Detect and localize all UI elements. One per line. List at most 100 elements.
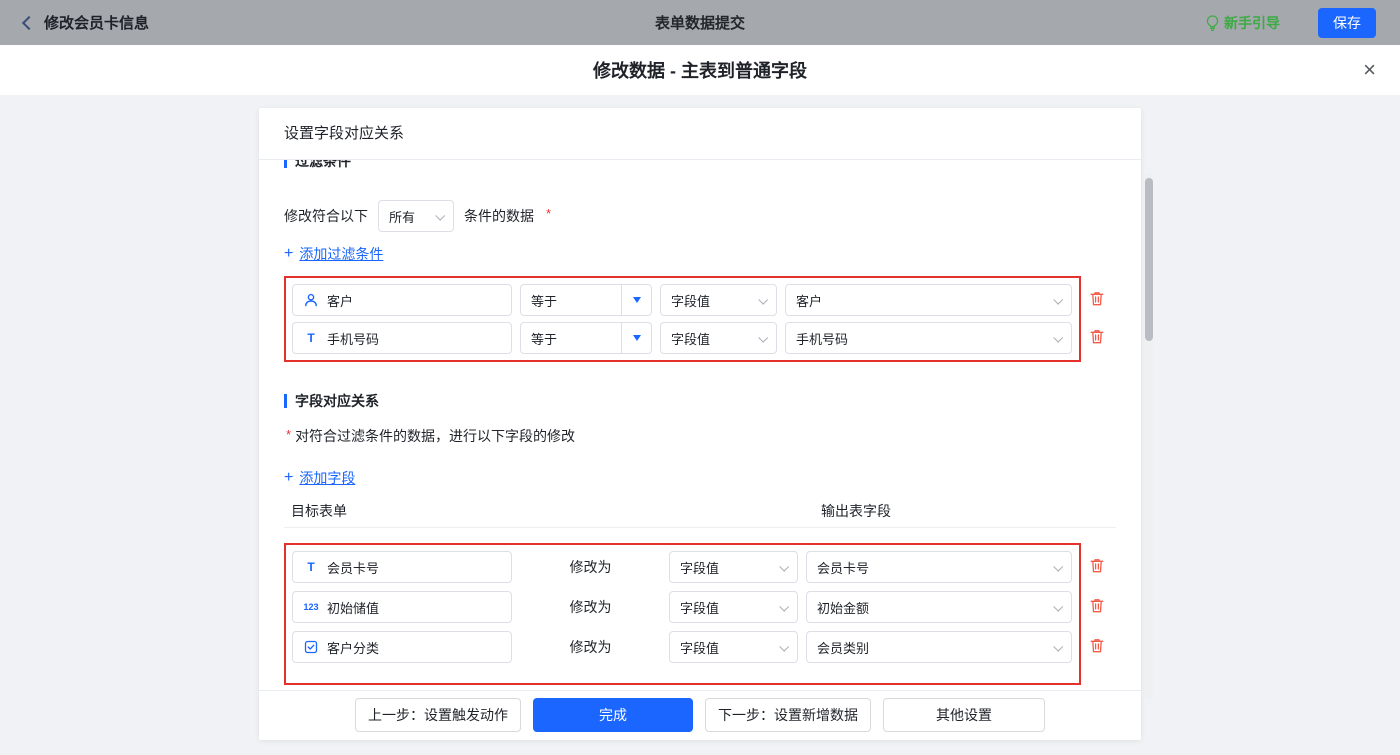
chevron-down-icon (779, 601, 789, 611)
modify-to-label: 修改为 (512, 597, 669, 617)
beginner-guide-button[interactable]: 新手引导 (1206, 13, 1280, 33)
value-type-select[interactable]: 字段值 (669, 591, 798, 623)
delete-row-button[interactable] (1087, 555, 1107, 579)
value-type-label: 字段值 (671, 291, 710, 310)
save-button[interactable]: 保存 (1318, 8, 1376, 38)
chevron-down-icon (1053, 641, 1063, 651)
operator-value: 等于 (521, 285, 621, 315)
topbar-actions: 新手引导 保存 (1206, 8, 1376, 38)
value-type-label: 字段值 (680, 598, 719, 617)
value-type-select[interactable]: 字段值 (660, 322, 777, 354)
trash-icon (1089, 557, 1105, 574)
operator-dropdown-button[interactable] (621, 323, 651, 353)
wizard-footer: 上一步：设置触发动作 完成 下一步：设置新增数据 其他设置 (259, 690, 1141, 739)
topbar: 修改会员卡信息 表单数据提交 新手引导 保存 (0, 0, 1400, 45)
mapping-section-header: 字段对应关系 (284, 391, 1116, 411)
required-asterisk: * (546, 206, 551, 221)
settings-card: 设置字段对应关系 过滤条件 修改符合以下 所有 条件的数据 * (259, 108, 1141, 740)
add-filter-condition-link[interactable]: + 添加过滤条件 (284, 244, 383, 264)
chevron-down-icon (1053, 294, 1063, 304)
match-prefix-label: 修改符合以下 (284, 206, 368, 226)
filter-field-input[interactable]: 客户 (292, 284, 512, 316)
page-title: 表单数据提交 (0, 12, 1400, 33)
select-field-icon (303, 640, 319, 654)
other-settings-button[interactable]: 其他设置 (883, 698, 1045, 732)
chevron-down-icon (435, 210, 445, 220)
value-type-select[interactable]: 字段值 (669, 551, 798, 583)
output-field-select[interactable]: 会员类别 (806, 631, 1072, 663)
text-field-icon: T (303, 331, 319, 345)
user-icon (303, 293, 319, 307)
filter-rows-region: 客户 等于 字段值 客户 (284, 276, 1081, 362)
lightbulb-icon (1206, 15, 1219, 31)
column-header-target: 目标表单 (291, 501, 347, 521)
mapping-row: T 会员卡号 修改为 字段值 会员卡号 (292, 551, 1073, 583)
mapping-row: 客户分类 修改为 字段值 会员类别 (292, 631, 1073, 663)
target-field-label: 会员卡号 (327, 558, 379, 577)
operator-select[interactable]: 等于 (520, 284, 652, 316)
caret-down-icon (633, 297, 641, 303)
match-scope-row: 修改符合以下 所有 条件的数据 * (284, 200, 1116, 232)
filter-field-label: 客户 (327, 291, 353, 310)
delete-row-button[interactable] (1087, 595, 1107, 619)
plus-icon: + (284, 245, 293, 263)
delete-row-button[interactable] (1087, 326, 1107, 350)
value-type-select[interactable]: 字段值 (660, 284, 777, 316)
chevron-down-icon (779, 561, 789, 571)
match-scope-select[interactable]: 所有 (378, 200, 454, 232)
filter-row: T 手机号码 等于 字段值 手机号码 (292, 322, 1073, 354)
operator-dropdown-button[interactable] (621, 285, 651, 315)
filter-section-title: 过滤条件 (295, 160, 351, 171)
operator-select[interactable]: 等于 (520, 322, 652, 354)
scrollbar[interactable] (1145, 173, 1153, 698)
trash-icon (1089, 328, 1105, 345)
value-type-select[interactable]: 字段值 (669, 631, 798, 663)
delete-row-button[interactable] (1087, 288, 1107, 312)
section-accent-bar (284, 160, 287, 168)
chevron-down-icon (1053, 601, 1063, 611)
add-filter-condition-label: 添加过滤条件 (299, 244, 383, 264)
mapping-row: 123 初始储值 修改为 字段值 初始金额 (292, 591, 1073, 623)
filter-field-input[interactable]: T 手机号码 (292, 322, 512, 354)
output-field-select[interactable]: 会员卡号 (806, 551, 1072, 583)
prev-step-button[interactable]: 上一步：设置触发动作 (355, 698, 521, 732)
column-header-output: 输出表字段 (821, 501, 891, 521)
next-step-button[interactable]: 下一步：设置新增数据 (705, 698, 871, 732)
card-header-title: 设置字段对应关系 (259, 108, 1141, 160)
target-field-input[interactable]: 123 初始储值 (292, 591, 512, 623)
chevron-down-icon (758, 332, 768, 342)
modal-header: 修改数据 - 主表到普通字段 × (0, 45, 1400, 95)
delete-row-button[interactable] (1087, 635, 1107, 659)
output-field-label: 会员卡号 (817, 558, 869, 577)
output-field-label: 会员类别 (817, 638, 869, 657)
chevron-down-icon (1053, 561, 1063, 571)
value-type-label: 字段值 (680, 558, 719, 577)
value-select[interactable]: 手机号码 (785, 322, 1072, 354)
modify-to-label: 修改为 (512, 557, 669, 577)
mapping-section-title: 字段对应关系 (295, 391, 379, 411)
required-asterisk: * (286, 427, 291, 442)
target-field-input[interactable]: 客户分类 (292, 631, 512, 663)
plus-icon: + (284, 469, 293, 487)
chevron-down-icon (1053, 332, 1063, 342)
trash-icon (1089, 637, 1105, 654)
close-icon[interactable]: × (1363, 59, 1376, 81)
value-select[interactable]: 客户 (785, 284, 1072, 316)
done-button[interactable]: 完成 (533, 698, 693, 732)
add-field-link[interactable]: + 添加字段 (284, 468, 355, 488)
target-field-input[interactable]: T 会员卡号 (292, 551, 512, 583)
target-field-label: 客户分类 (327, 638, 379, 657)
add-field-label: 添加字段 (299, 468, 355, 488)
back-button[interactable]: 修改会员卡信息 (24, 12, 149, 33)
output-field-select[interactable]: 初始金额 (806, 591, 1072, 623)
value-label: 客户 (796, 291, 822, 310)
section-accent-bar (284, 394, 287, 408)
filter-field-label: 手机号码 (327, 329, 379, 348)
mapping-description: 对符合过滤条件的数据，进行以下字段的修改 (295, 426, 575, 446)
match-suffix-label: 条件的数据 (464, 206, 534, 226)
target-field-label: 初始储值 (327, 598, 379, 617)
mapping-rows-region: T 会员卡号 修改为 字段值 会员卡号 (284, 543, 1081, 685)
filter-section-title-clipped: 过滤条件 (284, 160, 1116, 172)
scrollbar-thumb[interactable] (1145, 178, 1153, 341)
modify-to-label: 修改为 (512, 637, 669, 657)
